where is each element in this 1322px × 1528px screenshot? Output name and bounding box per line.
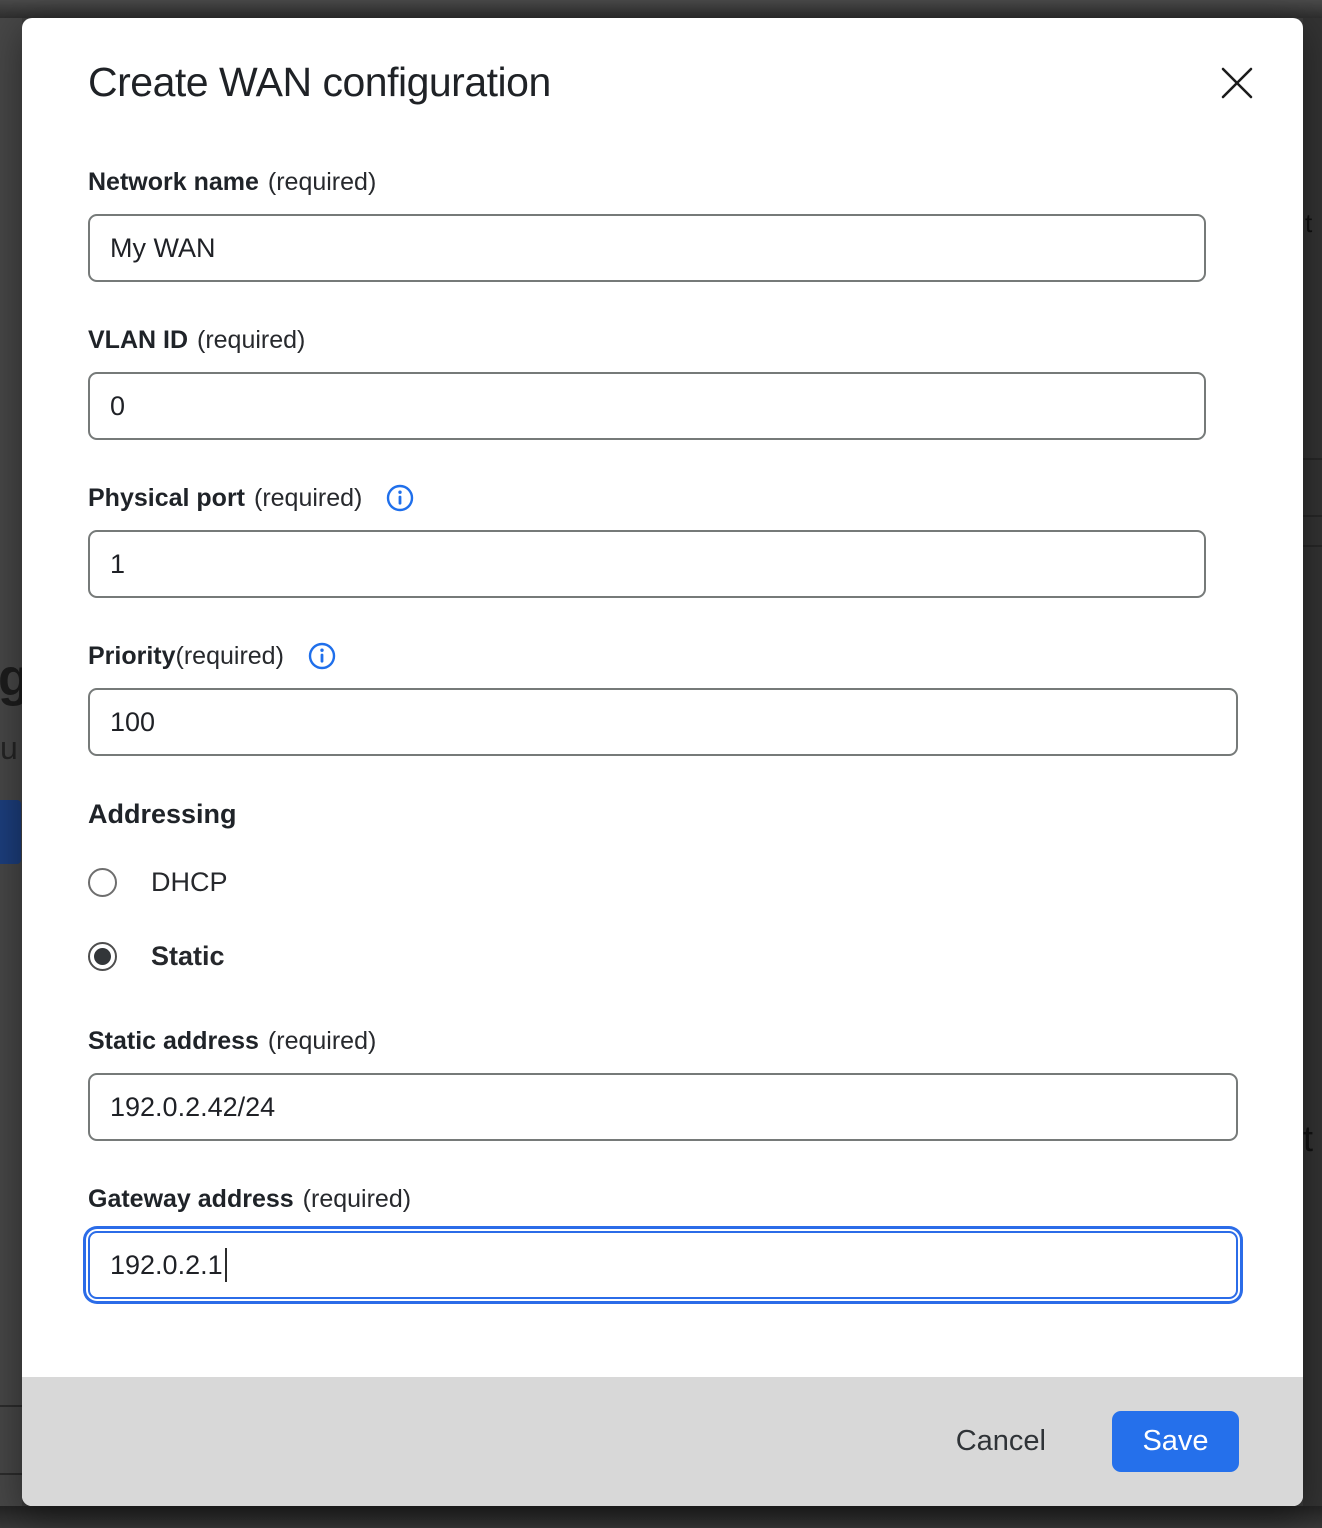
background-divider [0,1405,22,1407]
backdrop-right-strip: t l t [1303,18,1322,1506]
required-marker: (required) [268,1026,376,1056]
background-divider [1303,515,1322,517]
input-value: 1 [110,549,125,580]
gateway-address-input[interactable]: 192.0.2.1 [88,1231,1238,1299]
backdrop-left-strip: g u [0,18,22,1506]
field-physical-port: Physical port (required) 1 [88,483,1303,598]
background-text-fragment: t [1303,1118,1313,1160]
field-priority: Priority (required) 100 [88,641,1303,756]
input-value: 192.0.2.42/24 [110,1092,275,1123]
static-address-label: Static address (required) [88,1026,1303,1056]
dialog-footer: Cancel Save [22,1377,1303,1506]
label-text: Gateway address [88,1184,294,1214]
physical-port-input[interactable]: 1 [88,530,1206,598]
background-button-fragment [0,800,21,864]
radio-selected-icon [88,942,117,971]
required-marker: (required) [268,167,376,197]
radio-dot [94,948,111,965]
gateway-address-label: Gateway address (required) [88,1184,1303,1214]
field-vlan-id: VLAN ID (required) 0 [88,325,1303,440]
physical-port-label: Physical port (required) [88,483,1303,513]
field-network-name: Network name (required) My WAN [88,167,1303,282]
info-icon[interactable] [308,642,336,670]
priority-input[interactable]: 100 [88,688,1238,756]
info-icon[interactable] [386,484,414,512]
backdrop-top-strip [0,0,1322,18]
network-name-label: Network name (required) [88,167,1303,197]
label-text: VLAN ID [88,325,188,355]
radio-label: DHCP [151,867,228,898]
close-button[interactable] [1207,54,1267,114]
cancel-button[interactable]: Cancel [938,1415,1064,1468]
backdrop-bottom-strip [0,1506,1322,1528]
label-text: Static address [88,1026,259,1056]
radio-label: Static [151,941,225,972]
background-text-fragment: g [0,648,22,708]
required-marker: (required) [254,483,362,513]
field-static-address: Static address (required) 192.0.2.42/24 [88,1026,1303,1141]
background-text-fragment: t l [1305,208,1322,239]
label-text: Network name [88,167,259,197]
field-gateway-address: Gateway address (required) 192.0.2.1 [88,1184,1303,1299]
create-wan-configuration-dialog: Create WAN configuration Network name (r… [22,18,1303,1506]
priority-label: Priority (required) [88,641,1303,671]
network-name-input[interactable]: My WAN [88,214,1206,282]
text-cursor [225,1248,227,1282]
background-divider [0,1473,22,1475]
dialog-body: Create WAN configuration Network name (r… [22,18,1303,1377]
background-text-fragment: u [0,730,18,767]
required-marker: (required) [303,1184,411,1214]
input-value: 0 [110,391,125,422]
static-address-input[interactable]: 192.0.2.42/24 [88,1073,1238,1141]
radio-unselected-icon [88,868,117,897]
background-divider [1303,545,1322,547]
vlan-id-label: VLAN ID (required) [88,325,1303,355]
close-icon [1220,66,1254,103]
page-title: Create WAN configuration [88,18,1303,107]
required-marker: (required) [176,641,284,671]
input-value: My WAN [110,233,215,264]
input-value: 192.0.2.1 [110,1250,223,1281]
label-text: Physical port [88,483,245,513]
radio-option-dhcp[interactable]: DHCP [88,860,1303,904]
input-value: 100 [110,707,155,738]
addressing-heading: Addressing [88,799,1303,830]
radio-option-static[interactable]: Static [88,934,1303,978]
label-text: Priority [88,641,176,671]
required-marker: (required) [197,325,305,355]
vlan-id-input[interactable]: 0 [88,372,1206,440]
save-button[interactable]: Save [1112,1411,1239,1472]
background-divider [1303,458,1322,460]
